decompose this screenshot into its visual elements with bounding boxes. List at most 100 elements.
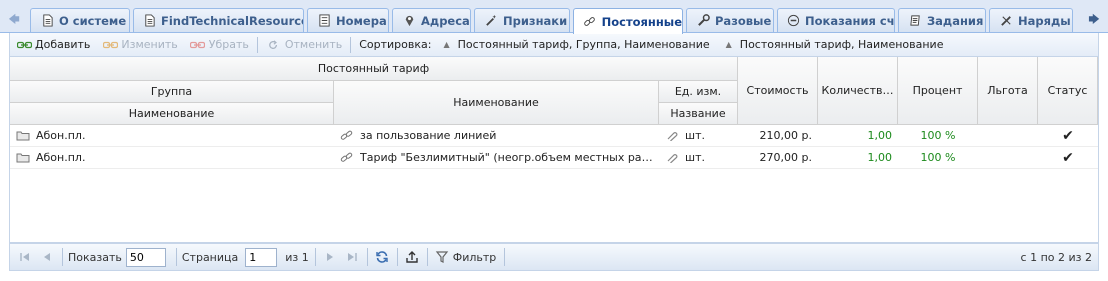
tab-label: Номера <box>336 13 387 28</box>
last-page-icon[interactable] <box>343 248 361 266</box>
panel-edge <box>1099 33 1108 281</box>
tab-permanent[interactable]: Постоянные <box>573 8 683 34</box>
document-icon <box>40 14 54 28</box>
tab-strip: 🡄 О системе FindTechnicalResources Номер… <box>0 0 1108 34</box>
cell-group: Абон.пл. <box>16 147 332 168</box>
header-label: Льгота <box>987 84 1028 97</box>
column-header-group-name[interactable]: Наименование <box>10 103 334 125</box>
add-link-icon <box>16 38 32 52</box>
cell-percent: 100 % <box>898 147 978 168</box>
tab-label: Показания сч. <box>805 13 895 28</box>
remove-label: Убрать <box>208 38 249 51</box>
meter-icon <box>787 14 800 28</box>
column-header-name[interactable]: Наименование <box>334 81 659 125</box>
tab-label: Постоянные <box>601 14 682 29</box>
filter-button[interactable]: Фильтр <box>433 248 497 266</box>
next-page-icon[interactable] <box>321 248 339 266</box>
cell-unit: шт. <box>665 125 735 146</box>
header-label: Группа <box>150 85 193 98</box>
cell-name: за пользование линией <box>340 125 656 146</box>
previous-page-icon[interactable] <box>38 248 56 266</box>
column-header-unit[interactable]: Ед. изм. <box>659 81 738 103</box>
filter-icon <box>433 248 451 266</box>
refresh-icon[interactable] <box>373 248 391 266</box>
cell-text: Тариф "Безлимитный" (неогр.объем местных… <box>360 151 656 164</box>
tab-label: Наряды <box>1018 13 1071 28</box>
tab-meter-readings[interactable]: Показания сч. <box>777 8 895 32</box>
page-size-input[interactable] <box>125 247 166 267</box>
checkmark-icon: ✔ <box>1062 127 1074 144</box>
column-header-unit-name[interactable]: Название <box>659 103 738 125</box>
add-label: Добавить <box>35 38 91 51</box>
tab-label: Разовые <box>715 13 772 28</box>
tab-features[interactable]: Признаки <box>474 8 570 32</box>
list-icon <box>317 14 331 28</box>
sort-chip-tariff-group-name[interactable]: ▲ Постоянный тариф, Группа, Наименование <box>443 38 709 51</box>
first-page-icon[interactable] <box>16 248 34 266</box>
undo-label: Отменить <box>284 38 343 51</box>
export-icon[interactable] <box>403 248 421 266</box>
tariff-grid: Постоянный тариф Стоимость Количеств… Пр… <box>9 57 1099 243</box>
tab-numbers[interactable]: Номера <box>307 8 389 32</box>
tab-find-technical-resources[interactable]: FindTechnicalResources <box>133 8 304 32</box>
tab-about[interactable]: О системе <box>30 8 130 32</box>
tab-label: Адреса <box>421 13 470 28</box>
pager-separator <box>426 248 428 266</box>
page-count-label: из 1 <box>285 250 309 264</box>
cell-text: 100 % <box>920 151 956 164</box>
folder-icon <box>16 152 32 164</box>
table-row[interactable]: Абон.пл. Тариф "Безлимитный" (неогр.объе… <box>10 147 1098 169</box>
tab-label: Задания <box>927 13 984 28</box>
remove-button[interactable]: Убрать <box>190 38 249 52</box>
edit-link-icon <box>102 38 118 52</box>
header-label: Название <box>670 107 726 120</box>
tab-orders[interactable]: Наряды <box>989 8 1073 32</box>
tab-label: О системе <box>59 13 127 28</box>
header-label: Постоянный тариф <box>317 62 430 75</box>
header-label: Количеств… <box>821 84 894 97</box>
panel-bottom <box>0 271 1108 281</box>
tab-tasks[interactable]: Задания <box>898 8 986 32</box>
tab-one-time[interactable]: Разовые <box>686 8 774 32</box>
header-label: Стоимость <box>746 84 809 97</box>
add-button[interactable]: Добавить <box>16 38 90 52</box>
column-header-cost[interactable]: Стоимость <box>738 57 818 125</box>
cell-cost: 270,00 р. <box>738 147 812 168</box>
column-header-group[interactable]: Группа <box>10 81 334 103</box>
pager-separator <box>314 248 316 266</box>
cell-text: шт. <box>685 151 705 164</box>
column-header-benefit[interactable]: Льгота <box>978 57 1038 125</box>
column-header-status[interactable]: Статус <box>1038 57 1098 125</box>
paperclip-icon <box>665 130 681 142</box>
link-icon <box>340 130 356 142</box>
edit-button[interactable]: Изменить <box>102 38 178 52</box>
tools-icon <box>999 14 1013 28</box>
column-header-quantity[interactable]: Количеств… <box>818 57 898 125</box>
page-label: Страница <box>181 250 239 264</box>
cell-quantity: 1,00 <box>818 125 893 146</box>
header-label: Наименование <box>128 107 215 120</box>
edit-label: Изменить <box>121 38 178 51</box>
paperclip-icon <box>665 152 681 164</box>
cell-name: Тариф "Безлимитный" (неогр.объем местных… <box>340 147 656 168</box>
scroll-left-icon[interactable]: 🡄 <box>4 9 24 31</box>
page-size-label: Показать <box>68 250 122 264</box>
link-icon <box>340 152 356 164</box>
map-pin-icon <box>402 14 416 28</box>
column-header-percent[interactable]: Процент <box>898 57 978 125</box>
filter-label: Фильтр <box>452 250 497 264</box>
scroll-right-icon[interactable]: 🡆 <box>1084 9 1104 31</box>
cell-unit: шт. <box>665 147 735 168</box>
tab-addresses[interactable]: Адреса <box>392 8 471 32</box>
page-number-input[interactable] <box>245 247 278 267</box>
checkmark-icon: ✔ <box>1062 149 1074 166</box>
cell-percent: 100 % <box>898 125 978 146</box>
header-label: Наименование <box>453 96 539 109</box>
undo-button[interactable]: Отменить <box>266 38 342 52</box>
table-row[interactable]: Абон.пл. за пользование линией шт. 210,0… <box>10 125 1098 147</box>
header-label: Процент <box>912 84 963 97</box>
cell-text: Абон.пл. <box>36 151 86 164</box>
column-header-permanent-tariff[interactable]: Постоянный тариф <box>10 57 738 81</box>
sort-chip-tariff-name[interactable]: ▲ Постоянный тариф, Наименование <box>726 38 944 51</box>
cell-cost: 210,00 р. <box>738 125 812 146</box>
